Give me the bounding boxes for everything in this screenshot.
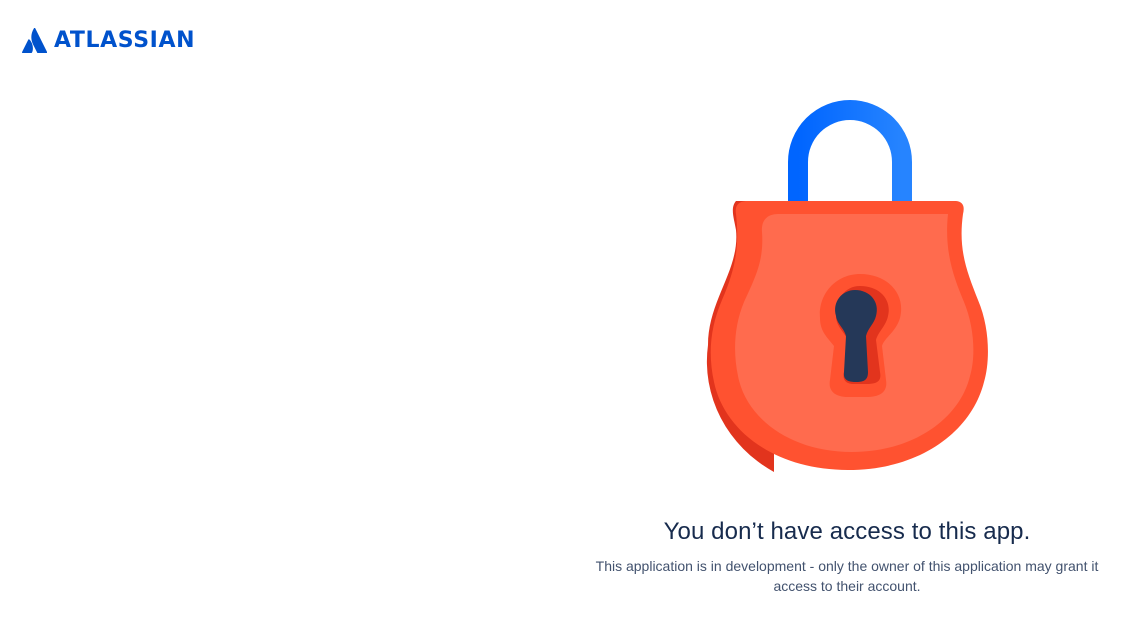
brand-name: ATLASSIAN [54, 28, 196, 53]
shackle [788, 100, 912, 204]
atlassian-logo-icon [22, 28, 47, 53]
message-description: This application is in development - onl… [595, 558, 1099, 594]
atlassian-logo[interactable]: ATLASSIAN [22, 28, 195, 53]
access-message: You don’t have access to this app. This … [578, 516, 1116, 596]
access-denied-page: ATLASSIAN You don’t have access to this … [0, 0, 1148, 636]
padlock-icon [706, 100, 988, 472]
page-title: You don’t have access to this app. [663, 518, 1031, 545]
